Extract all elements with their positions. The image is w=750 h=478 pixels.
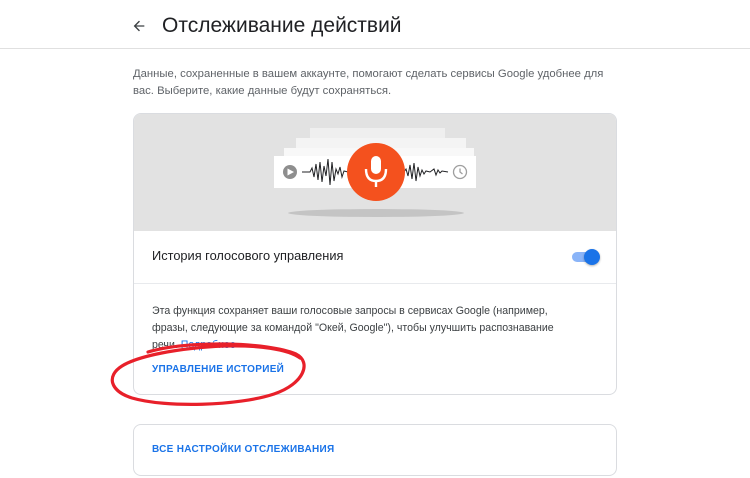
voice-history-label: История голосового управления	[152, 248, 344, 263]
all-settings-card: ВСЕ НАСТРОЙКИ ОТСЛЕЖИВАНИЯ	[133, 424, 617, 476]
microphone-icon	[347, 143, 405, 201]
arrow-back-icon	[133, 20, 145, 32]
toggle-knob	[584, 249, 600, 265]
page-title: Отслеживание действий	[162, 14, 402, 37]
play-icon	[283, 165, 297, 179]
intro-text: Данные, сохраненные в вашем аккаунте, по…	[133, 68, 604, 97]
app-header: Отслеживание действий	[0, 0, 750, 49]
back-button[interactable]	[126, 13, 152, 39]
voice-illustration	[134, 114, 616, 231]
red-circle-annotation	[110, 342, 306, 406]
voice-history-setting-row: История голосового управления	[134, 231, 616, 284]
voice-waveform-illustration	[274, 128, 476, 217]
voice-history-toggle[interactable]	[572, 249, 600, 265]
all-settings-link[interactable]: ВСЕ НАСТРОЙКИ ОТСЛЕЖИВАНИЯ	[152, 444, 334, 455]
